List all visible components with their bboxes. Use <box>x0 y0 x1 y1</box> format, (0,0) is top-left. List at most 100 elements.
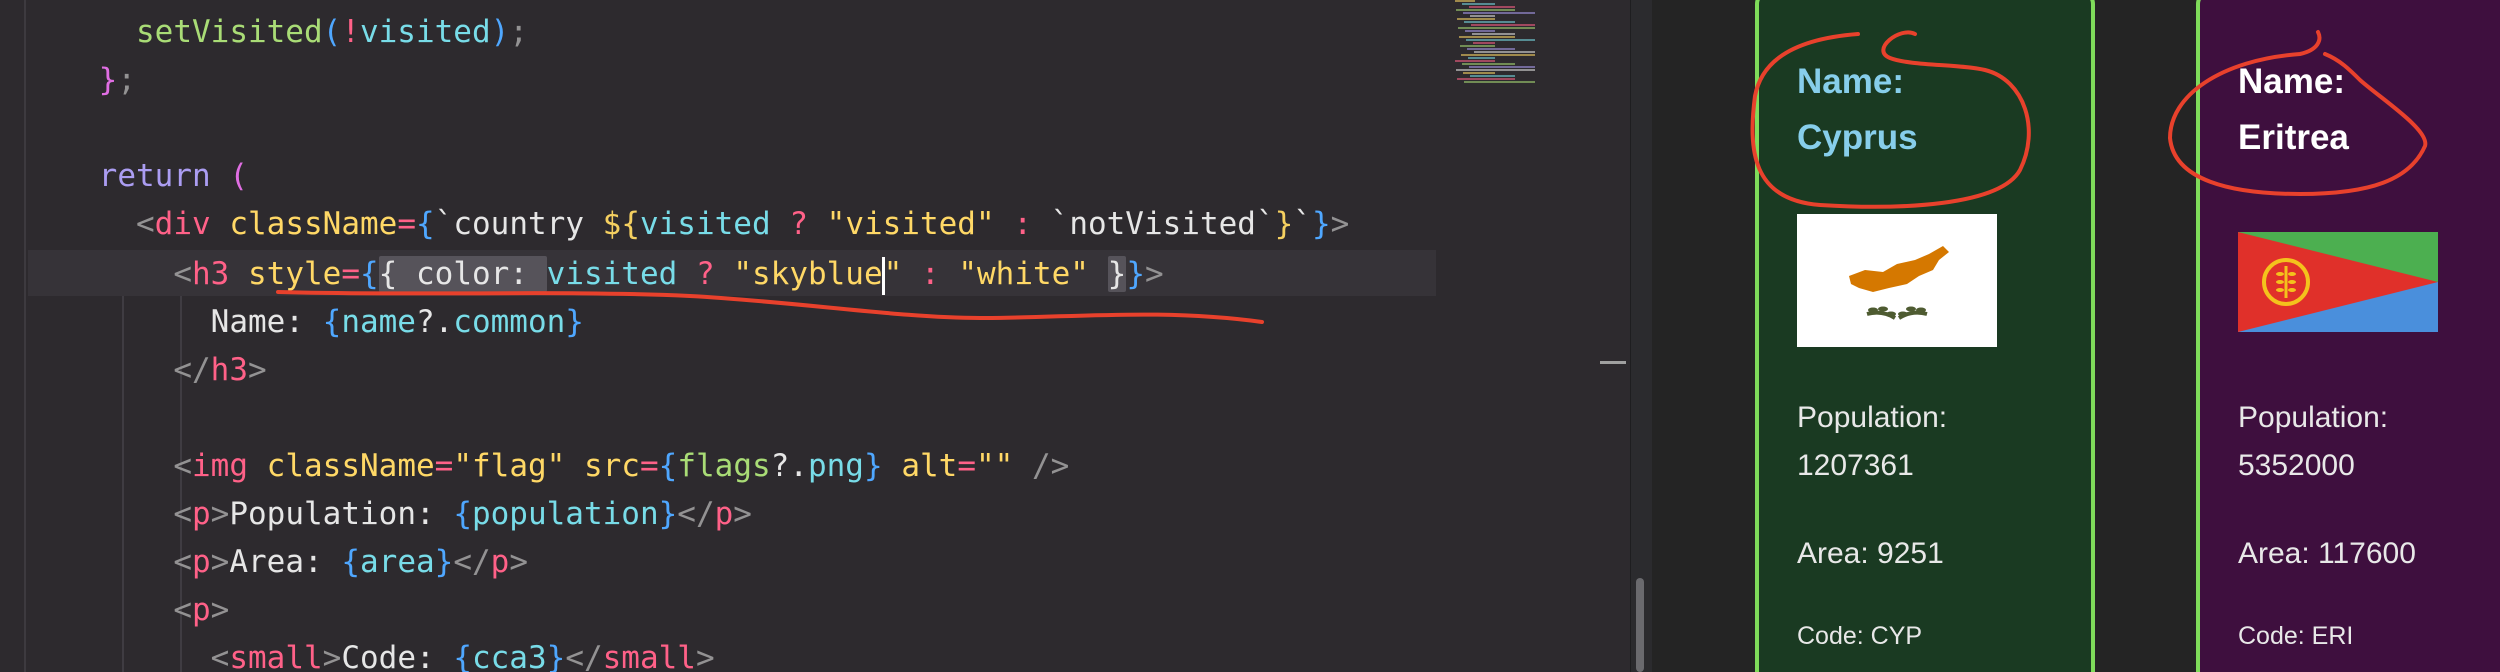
code-token: } <box>658 496 678 532</box>
code-token: < <box>173 592 192 628</box>
minimap-line <box>1470 15 1495 17</box>
code-line[interactable]: Name: {name?.common} <box>80 298 584 346</box>
code-line[interactable]: }; <box>80 56 136 104</box>
code-line[interactable]: <small>Code: {cca3}</small> <box>80 634 715 672</box>
editor-scrollbar[interactable] <box>1630 0 1653 672</box>
code-line[interactable]: </h3> <box>80 346 267 394</box>
code-token: visited <box>359 14 491 50</box>
minimap-line <box>1462 3 1495 5</box>
name-value: Cyprus <box>1797 118 1918 157</box>
eritrea-flag-icon <box>2238 232 2438 332</box>
code-token: } <box>98 62 118 98</box>
code-token: </ <box>173 352 211 388</box>
browser-preview: Name: Cyprus Population: 1207361 Area: 9… <box>1652 0 2500 672</box>
code-token: = <box>434 448 454 484</box>
code-token: name <box>341 304 416 340</box>
code-token: </ <box>565 640 603 672</box>
country-card-visited[interactable]: Name: Cyprus Population: 1207361 Area: 9… <box>1755 0 2095 672</box>
code-text: Code: ERI <box>2238 622 2354 650</box>
minimap-line <box>1462 63 1515 65</box>
code-token: ? <box>695 256 715 292</box>
code-token: > <box>210 544 230 580</box>
name-label: Name: <box>1797 62 1904 101</box>
code-token: < <box>136 206 155 242</box>
code-token: area <box>360 544 435 580</box>
minimap-line <box>1459 36 1515 38</box>
minimap-line <box>1455 60 1495 62</box>
code-token: > <box>509 544 528 580</box>
code-line[interactable]: <p>Population: {population}</p> <box>80 490 752 538</box>
code-token: Population: <box>229 496 454 532</box>
overview-ruler-marker <box>1600 361 1626 364</box>
code-token: { <box>416 206 435 242</box>
population-label: Population: <box>2238 401 2389 434</box>
code-line[interactable]: <p> <box>80 586 229 634</box>
name-label: Name: <box>2238 62 2345 101</box>
code-token: = <box>957 448 976 484</box>
minimap-line <box>1467 48 1515 50</box>
code-token: { <box>453 640 472 672</box>
code-token: className <box>229 206 398 242</box>
minimap[interactable] <box>1455 0 1545 90</box>
code-token: > <box>210 592 230 628</box>
code-token: ` <box>1293 206 1312 242</box>
minimap-line <box>1474 51 1535 53</box>
code-token: png <box>807 448 864 484</box>
code-token: = <box>341 256 360 292</box>
code-editor[interactable]: setVisited(!visited); }; return ( <div c… <box>0 0 1630 672</box>
minimap-line <box>1471 24 1535 26</box>
code-token: </ <box>453 544 491 580</box>
code-token: { <box>322 304 342 340</box>
code-token: > <box>1330 206 1350 242</box>
minimap-line <box>1464 81 1535 83</box>
code-token: ! <box>341 14 360 50</box>
code-line[interactable]: setVisited(!visited); <box>80 8 528 56</box>
minimap-line <box>1463 12 1535 14</box>
code-line[interactable]: <p>Area: {area}</p> <box>80 538 528 586</box>
code-token: { <box>341 544 360 580</box>
code-token: ? <box>789 206 808 242</box>
country-card-not-visited[interactable]: Name: Eritrea Population: 5352000 Area: … <box>2196 0 2500 672</box>
minimap-line <box>1463 72 1495 74</box>
population-text: Population: 1207361 <box>1797 394 1947 490</box>
minimap-line <box>1465 30 1495 32</box>
code-token: Area: <box>229 544 342 580</box>
code-token: } <box>1311 206 1331 242</box>
code-token: { color: <box>378 256 547 292</box>
code-token: = <box>639 448 659 484</box>
code-line[interactable]: <img className="flag" src={flags?.png} a… <box>80 442 1069 490</box>
code-token: ${ <box>602 206 640 242</box>
code-line[interactable]: <div className={`country ${visited ? "vi… <box>80 200 1349 248</box>
code-token: } <box>1126 256 1145 292</box>
code-token: common <box>453 304 566 340</box>
code-token: : <box>1013 206 1032 242</box>
scrollbar-thumb[interactable] <box>1636 578 1644 672</box>
code-line[interactable]: return ( <box>80 152 248 200</box>
code-token: p <box>192 592 211 628</box>
code-token: } <box>863 448 883 484</box>
code-token: div <box>154 206 211 242</box>
code-token: "white" <box>958 256 1089 292</box>
minimap-line <box>1466 39 1535 41</box>
code-token: { <box>658 448 678 484</box>
minimap-line <box>1469 6 1515 8</box>
code-token: small <box>602 640 696 672</box>
code-text: Code: CYP <box>1797 622 1923 650</box>
code-token: > <box>247 352 267 388</box>
code-token: visited <box>639 206 771 242</box>
minimap-line <box>1470 75 1515 77</box>
code-token: </ <box>677 496 715 532</box>
code-token: } <box>434 544 454 580</box>
code-line[interactable]: <h3 style={{ color: visited ? "skyblue" … <box>80 250 1164 298</box>
code-token: < <box>173 256 192 292</box>
